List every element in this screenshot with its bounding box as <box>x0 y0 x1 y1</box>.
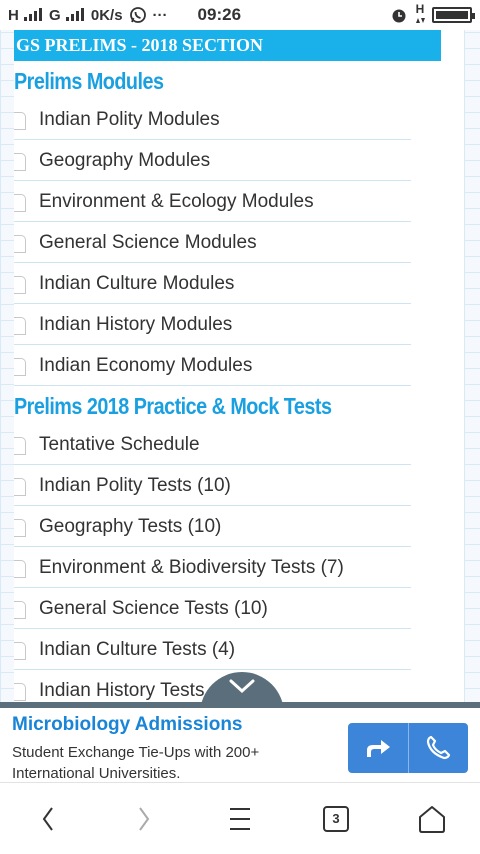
link-label[interactable]: Indian History Tests <box>39 670 204 702</box>
chevron-right-icon <box>139 806 150 831</box>
share-arrow-icon <box>366 740 390 757</box>
module-list: Indian Polity Modules Geography Modules … <box>14 99 464 386</box>
menu-icon <box>230 807 250 830</box>
tabs-button[interactable]: 3 <box>306 794 366 844</box>
home-icon <box>419 805 445 833</box>
list-item[interactable]: Tentative Schedule <box>14 424 411 465</box>
signal-2: G <box>49 7 85 24</box>
signal-2-label: G <box>49 6 61 24</box>
list-item[interactable]: General Science Modules <box>14 222 411 263</box>
status-bar: H G 0K/s ··· 09:26 H <box>0 0 480 30</box>
home-button[interactable] <box>402 794 462 844</box>
menu-button[interactable] <box>210 794 270 844</box>
signal-1-label: H <box>8 6 19 24</box>
data-arrows-icon <box>416 18 425 23</box>
list-item[interactable]: Indian Culture Modules <box>14 263 411 304</box>
link-label[interactable]: Indian Economy Modules <box>39 345 252 386</box>
status-right: H <box>390 2 475 26</box>
link-label[interactable]: Geography Tests (10) <box>39 506 221 547</box>
clock: 09:26 <box>197 5 242 24</box>
ad-action-buttons <box>348 723 468 773</box>
document-icon <box>14 317 26 335</box>
list-item[interactable]: Indian Polity Tests (10) <box>14 465 411 506</box>
document-icon <box>14 276 26 294</box>
network-type: H <box>415 2 425 16</box>
ad-directions-button[interactable] <box>348 723 408 773</box>
group-title-prelims-modules: Prelims Modules <box>14 68 164 94</box>
chevron-left-icon <box>42 806 53 831</box>
more-notifications: ··· <box>152 6 168 24</box>
link-label[interactable]: Indian Culture Modules <box>39 263 234 304</box>
list-item[interactable]: Geography Modules <box>14 140 411 181</box>
document-icon <box>14 437 26 455</box>
section-header: GS PRELIMS - 2018 SECTION <box>14 30 441 61</box>
link-label[interactable]: Indian Culture Tests (4) <box>39 629 235 670</box>
forward-button[interactable] <box>114 794 174 844</box>
list-item[interactable]: Indian Polity Modules <box>14 99 411 140</box>
signal-bars-icon <box>24 7 43 21</box>
browser-bottom-nav: 3 <box>0 782 480 854</box>
link-label[interactable]: Geography Modules <box>39 140 210 181</box>
link-label[interactable]: Environment & Ecology Modules <box>39 181 314 222</box>
link-label[interactable]: General Science Modules <box>39 222 257 263</box>
signal-bars-icon <box>65 7 84 21</box>
document-icon <box>14 683 26 701</box>
link-label[interactable]: Indian Polity Tests (10) <box>39 465 231 506</box>
page-content: GS PRELIMS - 2018 SECTION Prelims Module… <box>14 30 464 702</box>
document-icon <box>14 358 26 376</box>
link-label[interactable]: Indian History Modules <box>39 304 232 345</box>
status-left: H G 0K/s ··· 09:26 <box>8 5 241 25</box>
ad-banner[interactable]: Microbiology Admissions Student Exchange… <box>0 702 480 782</box>
list-item[interactable]: Indian Culture Tests (4) <box>14 629 411 670</box>
document-icon <box>14 194 26 212</box>
link-label[interactable]: Indian Polity Modules <box>39 99 220 140</box>
list-item[interactable]: Geography Tests (10) <box>14 506 411 547</box>
chevron-down-icon <box>229 679 255 694</box>
test-list: Tentative Schedule Indian Polity Tests (… <box>14 424 464 702</box>
link-label[interactable]: Tentative Schedule <box>39 424 200 465</box>
battery-icon <box>432 7 475 23</box>
list-item[interactable]: Environment & Biodiversity Tests (7) <box>14 547 411 588</box>
link-label[interactable]: General Science Tests (10) <box>39 588 268 629</box>
signal-1: H <box>8 7 43 24</box>
phone-icon <box>427 735 451 760</box>
group-title-practice-tests: Prelims 2018 Practice & Mock Tests <box>14 393 332 419</box>
data-indicator: H <box>414 2 426 26</box>
document-icon <box>14 519 26 537</box>
document-icon <box>14 601 26 619</box>
document-icon <box>14 642 26 660</box>
document-icon <box>14 235 26 253</box>
whatsapp-icon <box>129 7 146 23</box>
back-button[interactable] <box>18 794 78 844</box>
ad-title[interactable]: Microbiology Admissions <box>12 714 243 736</box>
list-item[interactable]: General Science Tests (10) <box>14 588 411 629</box>
list-item[interactable]: Indian Economy Modules <box>14 345 411 386</box>
document-icon <box>14 478 26 496</box>
ad-text: Student Exchange Tie-Ups with 200+ Inter… <box>12 744 260 782</box>
tab-count-badge: 3 <box>323 805 349 832</box>
list-item[interactable]: Indian History Modules <box>14 304 411 345</box>
network-speed: 0K/s <box>90 6 123 24</box>
link-label[interactable]: Environment & Biodiversity Tests (7) <box>39 547 344 588</box>
alarm-icon <box>392 9 406 23</box>
ad-call-button[interactable] <box>407 723 469 773</box>
document-icon <box>14 112 26 130</box>
document-icon <box>14 560 26 578</box>
document-icon <box>14 153 26 171</box>
list-item[interactable]: Environment & Ecology Modules <box>14 181 411 222</box>
